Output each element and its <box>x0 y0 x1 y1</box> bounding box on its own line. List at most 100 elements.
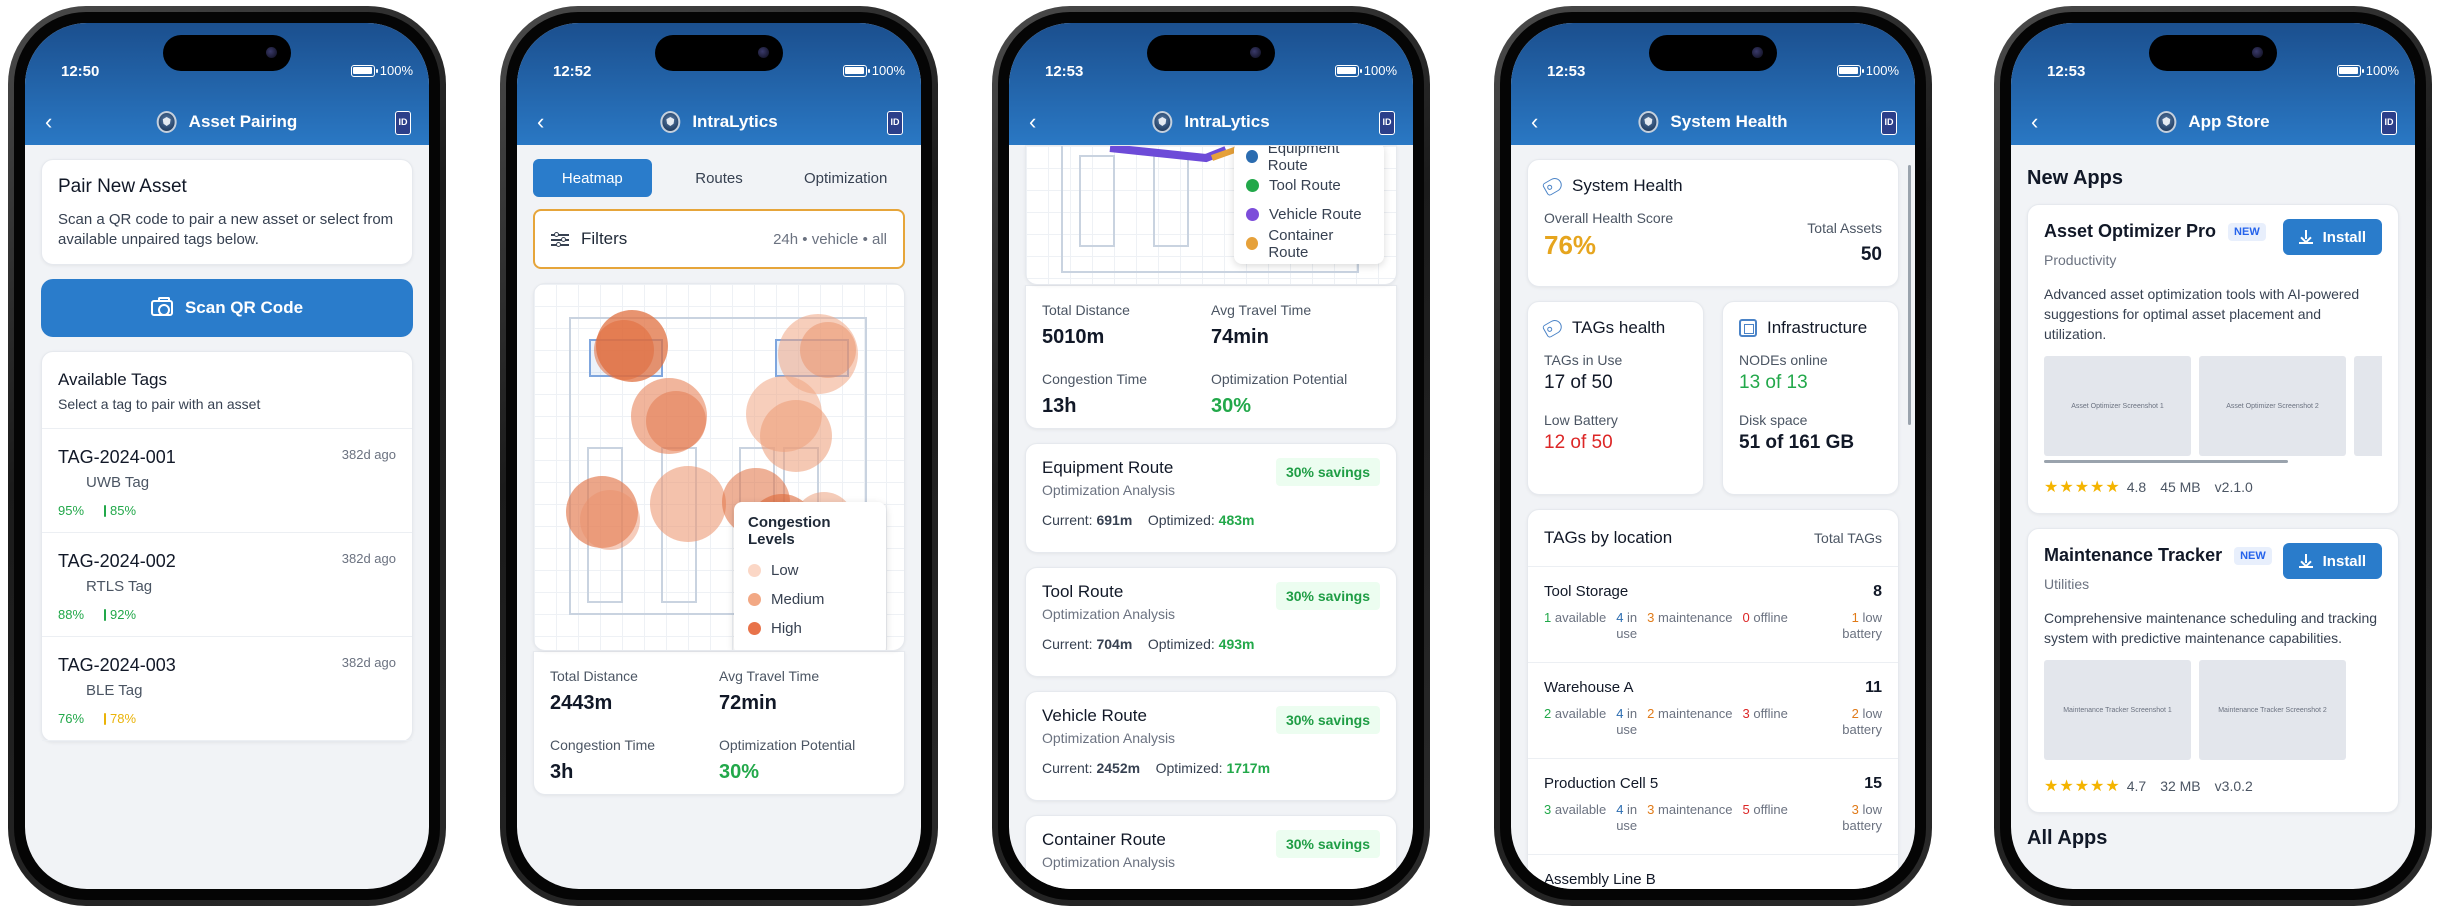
shield-logo-icon <box>156 111 177 133</box>
route-card-equipment[interactable]: Equipment Route Optimization Analysis Cu… <box>1025 443 1397 553</box>
page-title: App Store <box>2188 112 2270 131</box>
nav-title-group: IntraLytics <box>660 111 778 133</box>
app-rating: 4.8 <box>2126 479 2147 495</box>
install-button[interactable]: Install <box>2282 543 2382 579</box>
total-distance-value: 2443m <box>550 692 613 714</box>
floorplan-rack <box>1079 155 1115 247</box>
pair-new-asset-card: Pair New Asset Scan a QR code to pair a … <box>41 159 413 265</box>
scrollbar[interactable] <box>1908 165 1911 425</box>
badge-icon[interactable]: ID <box>2381 111 2397 135</box>
battery-percent: 76% <box>58 711 85 726</box>
dynamic-island <box>1649 35 1777 71</box>
filters-bar[interactable]: Filters 24h • vehicle • all <box>533 209 905 269</box>
tag-icon <box>1541 317 1565 339</box>
signal-bar-icon <box>104 609 107 621</box>
main-content: Equipment Route Tool Route Vehicle Route… <box>1009 145 1413 889</box>
battery-icon <box>350 64 378 77</box>
app-screenshot[interactable] <box>2354 356 2382 456</box>
main-content: Heatmap Routes Optimization Filters 24h … <box>517 145 921 889</box>
legend-item-equipment: Equipment Route <box>1246 146 1372 174</box>
heat-spot <box>650 466 726 542</box>
phone-asset-pairing: 12:50 100% ‹ Asset Pairing ID Pair New A… <box>8 6 446 906</box>
heat-spot <box>580 490 640 550</box>
tag-type: BLE Tag <box>86 682 143 699</box>
battery-icon <box>1334 64 1362 77</box>
carousel-scrollbar[interactable] <box>2044 460 2288 463</box>
available-tags-subtitle: Select a tag to pair with an asset <box>58 396 261 412</box>
battery-icon <box>842 64 870 77</box>
signal-percent-group: 78% <box>104 711 136 726</box>
route-card-container[interactable]: Container Route Optimization Analysis 30… <box>1025 815 1397 889</box>
screenshot-carousel[interactable]: Maintenance Tracker Screenshot 1 Mainten… <box>2044 660 2382 760</box>
heatmap-canvas[interactable]: Congestion Levels Low Medium High <box>533 283 905 651</box>
location-row[interactable]: Warehouse A 11 2 available 4 in use 2 mai… <box>1528 663 1898 759</box>
screenshot-carousel[interactable]: Asset Optimizer Screenshot 1 Asset Optim… <box>2044 356 2382 456</box>
back-chevron-icon[interactable]: ‹ <box>1029 111 1051 135</box>
install-button[interactable]: Install <box>2282 219 2382 255</box>
view-tabs: Heatmap Routes Optimization <box>533 159 905 197</box>
tab-optimization[interactable]: Optimization <box>786 159 905 197</box>
heat-spot <box>646 391 706 451</box>
signal-percent-group: 92% <box>104 607 136 622</box>
nav-title-group: Asset Pairing <box>156 111 297 133</box>
tags-by-location-card: TAGs by location Total TAGs Tool Storage… <box>1527 509 1899 889</box>
route-card-tool[interactable]: Tool Route Optimization Analysis Current… <box>1025 567 1397 677</box>
savings-badge: 30% savings <box>1275 706 1380 734</box>
screen-asset-pairing: 12:50 100% ‹ Asset Pairing ID Pair New A… <box>25 23 429 889</box>
total-assets-value: 50 <box>1860 244 1882 265</box>
battery-status: 100% <box>2336 63 2399 78</box>
route-stats-card: Total Distance 5010m Avg Travel Time 74min… <box>1025 285 1397 429</box>
tab-heatmap[interactable]: Heatmap <box>533 159 652 197</box>
tag-list-item[interactable]: TAG-2024-002 RTLS Tag 382d ago 88% 92% <box>42 533 412 637</box>
tag-list-item[interactable]: TAG-2024-003 BLE Tag 382d ago 76% 78% <box>42 637 412 741</box>
app-card-asset-optimizer[interactable]: Asset Optimizer Pro NEW Install Productiv… <box>2027 204 2399 514</box>
badge-icon[interactable]: ID <box>1379 111 1395 135</box>
back-chevron-icon[interactable]: ‹ <box>1531 111 1553 135</box>
route-map-canvas[interactable]: Equipment Route Tool Route Vehicle Route… <box>1025 145 1397 285</box>
back-chevron-icon[interactable]: ‹ <box>45 111 67 135</box>
signal-percent-group: 85% <box>104 503 136 518</box>
app-screenshot[interactable]: Maintenance Tracker Screenshot 1 <box>2044 660 2191 760</box>
tab-routes[interactable]: Routes <box>660 159 779 197</box>
phone-routes: 12:53 100% ‹ IntraLytics ID Equipment Ro… <box>992 6 1430 906</box>
badge-icon[interactable]: ID <box>395 111 411 135</box>
badge-icon[interactable]: ID <box>887 111 903 135</box>
shield-logo-icon <box>1638 111 1659 133</box>
battery-percent: 95% <box>58 503 85 518</box>
download-icon <box>2298 230 2313 244</box>
location-row[interactable]: Production Cell 5 15 3 available 4 in use… <box>1528 759 1898 855</box>
route-card-vehicle[interactable]: Vehicle Route Optimization Analysis Curr… <box>1025 691 1397 801</box>
app-screenshot[interactable]: Asset Optimizer Screenshot 1 <box>2044 356 2191 456</box>
tags-in-use-value: 17 of 50 <box>1544 372 1613 393</box>
status-time: 12:53 <box>2047 63 2086 80</box>
screen-app-store: 12:53 100% ‹ App Store ID New Apps Asset… <box>2011 23 2415 889</box>
location-row[interactable]: Tool Storage 8 1 available 4 in use 3 mai… <box>1528 567 1898 663</box>
location-row[interactable]: Assembly Line B <box>1528 855 1898 889</box>
app-card-maintenance-tracker[interactable]: Maintenance Tracker NEW Install Utilities… <box>2027 528 2399 813</box>
pair-description: Scan a QR code to pair a new asset or se… <box>58 211 394 248</box>
back-chevron-icon[interactable]: ‹ <box>537 111 559 135</box>
main-content: Pair New Asset Scan a QR code to pair a … <box>25 145 429 889</box>
app-size: 32 MB <box>2160 778 2201 794</box>
badge-icon[interactable]: ID <box>1881 111 1897 135</box>
main-content: New Apps Asset Optimizer Pro NEW Install … <box>2011 145 2415 889</box>
new-badge: NEW <box>2228 222 2266 241</box>
legend-item-low: Low <box>748 556 872 585</box>
avg-travel-value: 74min <box>1211 326 1269 348</box>
filters-summary: 24h • vehicle • all <box>773 230 887 248</box>
back-chevron-icon[interactable]: ‹ <box>2031 111 2053 135</box>
tag-last-seen: 382d ago <box>341 551 396 566</box>
dynamic-island <box>1147 35 1275 71</box>
status-time: 12:53 <box>1045 63 1084 80</box>
shield-logo-icon <box>2156 111 2177 133</box>
available-tags-title: Available Tags <box>58 370 168 389</box>
legend-item-vehicle: Vehicle Route <box>1246 200 1372 229</box>
app-screenshot[interactable]: Asset Optimizer Screenshot 2 <box>2199 356 2346 456</box>
scan-qr-button[interactable]: Scan QR Code <box>41 279 413 337</box>
camera-icon <box>150 297 173 316</box>
shield-logo-icon <box>660 111 681 133</box>
app-screenshot[interactable]: Maintenance Tracker Screenshot 2 <box>2199 660 2346 760</box>
app-name: Maintenance Tracker <box>2044 545 2223 565</box>
sliders-icon <box>551 231 569 247</box>
tag-list-item[interactable]: TAG-2024-001 UWB Tag 382d ago 95% 85% <box>42 429 412 533</box>
